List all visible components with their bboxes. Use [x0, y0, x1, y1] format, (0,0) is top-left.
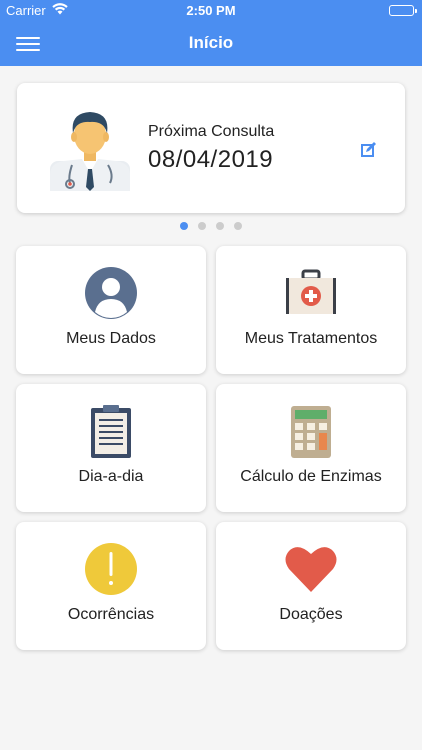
tile-meus-dados[interactable]: Meus Dados	[16, 246, 206, 374]
heart-icon	[216, 542, 406, 596]
status-bar: Carrier 2:50 PM	[0, 0, 422, 22]
page-title: Início	[188, 33, 234, 52]
tile-label: Meus Tratamentos	[244, 330, 378, 347]
warning-icon	[16, 542, 206, 596]
tile-ocorrencias[interactable]: Ocorrências	[16, 522, 206, 650]
next-appointment-label: Próxima Consulta	[148, 123, 275, 140]
page-dot-active[interactable]	[180, 222, 188, 230]
tile-label: Meus Dados	[66, 330, 156, 347]
page-dot[interactable]	[234, 222, 242, 230]
clock: 2:50 PM	[186, 3, 236, 18]
page-dot[interactable]	[198, 222, 206, 230]
tile-calculo-de-enzimas[interactable]: Cálculo de Enzimas	[216, 384, 406, 512]
clipboard-icon	[16, 404, 206, 458]
tile-label: Dia-a-dia	[78, 468, 144, 485]
doctor-avatar-icon	[48, 103, 132, 191]
battery-icon	[389, 5, 417, 16]
first-aid-kit-icon	[216, 266, 406, 320]
edit-icon[interactable]	[359, 139, 379, 159]
tile-meus-tratamentos[interactable]: Meus Tratamentos	[216, 246, 406, 374]
carousel-page-indicator[interactable]	[0, 222, 422, 230]
calculator-icon	[216, 404, 406, 458]
tile-dia-a-dia[interactable]: Dia-a-dia	[16, 384, 206, 512]
tile-label: Ocorrências	[67, 606, 155, 623]
tile-doacoes[interactable]: Doações	[216, 522, 406, 650]
page-dot[interactable]	[216, 222, 224, 230]
user-avatar-icon	[16, 266, 206, 320]
tile-label: Doações	[279, 606, 343, 623]
navigation-bar: Início	[0, 22, 422, 66]
next-appointment-card[interactable]: Próxima Consulta 08/04/2019	[17, 83, 405, 213]
tile-label: Cálculo de Enzimas	[240, 468, 382, 485]
next-appointment-date: 08/04/2019	[148, 146, 274, 173]
